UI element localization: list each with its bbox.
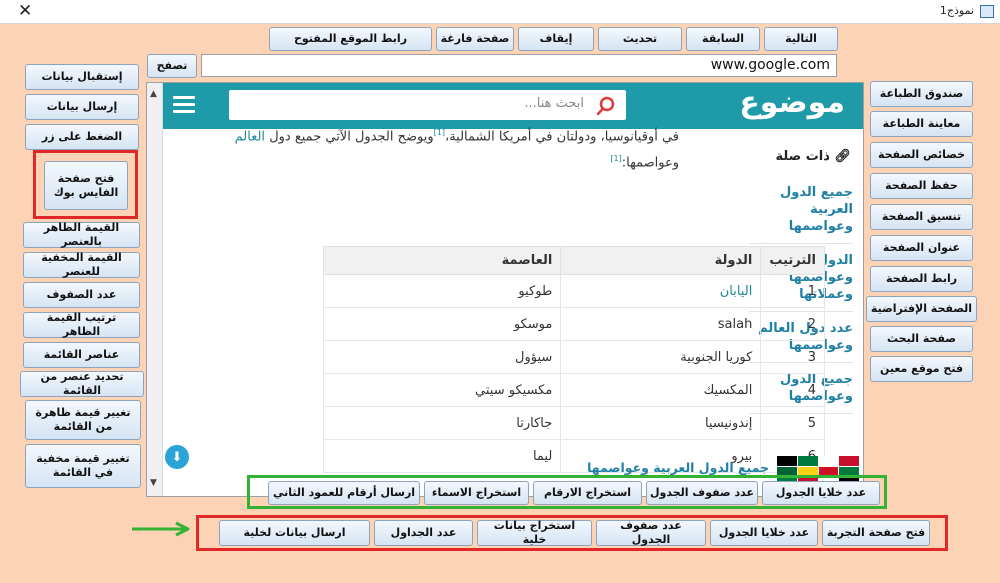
cell-country: إندونيسيا	[560, 406, 762, 440]
search-placeholder: ابحث هنا...	[524, 96, 584, 111]
intro-text-1: في أوقيانوسيا، ودولتان في أمريكا الشمالي…	[445, 129, 679, 145]
visible-value-order-button[interactable]: ترتيب القيمة الظاهر	[23, 311, 140, 338]
hidden-value-button[interactable]: القيمة المخفية للعنصر	[23, 251, 140, 278]
scroll-down-icon[interactable]: ⬇︎	[165, 445, 189, 469]
related-link[interactable]: جميع الدول العربية وعواصمها	[749, 176, 853, 244]
cell-capital: جاكارتا	[322, 406, 562, 440]
open-specific-site-button[interactable]: فتح موقع معين	[870, 356, 973, 382]
cell-country: salah	[560, 307, 762, 341]
url-input[interactable]: www.google.com	[201, 54, 837, 77]
navigate-button[interactable]: تصفح	[147, 54, 197, 78]
page-properties-button[interactable]: خصائص الصفحة	[870, 142, 973, 168]
vertical-scrollbar[interactable]: ▲ ▼	[147, 83, 163, 496]
title-bar: ✕ نموذج1	[0, 0, 1000, 24]
cell-rank: 2	[760, 307, 825, 341]
arab-countries-link[interactable]: جميع الدول العربية وعواصمها	[587, 460, 769, 475]
table-row: 3 كوريا الجنوبية سيؤول	[322, 340, 825, 374]
search-page-button[interactable]: صفحة البحث	[870, 326, 973, 352]
close-icon[interactable]: ✕	[18, 1, 32, 21]
footnote-ref-2[interactable]: [1]	[610, 154, 621, 163]
blank-page-button[interactable]: صفحة فارغة	[436, 27, 514, 51]
green-arrow-icon	[132, 521, 190, 537]
cell-capital: ليما	[322, 439, 562, 473]
change-visible-list-value-button[interactable]: تغيير قيمة ظاهرة من القائمة	[25, 400, 141, 440]
page-title-button[interactable]: عنوان الصفحة	[870, 235, 973, 261]
link-icon: 🔗︎	[834, 149, 851, 164]
menu-icon[interactable]	[173, 96, 195, 113]
cell-country[interactable]: اليابان	[560, 274, 762, 308]
change-hidden-list-value-button[interactable]: تغيير قيمة مخفية في القائمة	[25, 444, 141, 488]
form-body: التالية السابقة تحديث إيقاف صفحة فارغة ر…	[0, 24, 1000, 583]
table-rows-count-2-button[interactable]: عدد صفوف الجدول	[596, 519, 706, 546]
window-title: نموذج1	[939, 4, 974, 17]
table-row: 1 اليابان طوكيو	[322, 274, 825, 308]
cell-capital: مكسيكو سيتي	[322, 373, 562, 407]
article-content: في أوقيانوسيا، ودولتان في أمريكا الشمالي…	[163, 128, 863, 496]
world-link[interactable]: العالم	[235, 129, 265, 144]
footnote-ref[interactable]: [1]	[434, 128, 445, 137]
web-browser-control[interactable]: ▲ ▼ ابحث هنا... موضوع في أوقيانوسيا، ودو…	[146, 82, 864, 497]
list-items-button[interactable]: عناصر القائمة	[23, 342, 140, 368]
print-preview-button[interactable]: معاينة الطباعة	[870, 111, 973, 137]
table-cells-count-2-button[interactable]: عدد خلايا الجدول	[710, 520, 818, 546]
click-button-button[interactable]: الضغط على زر	[25, 124, 139, 150]
table-rows-count-button[interactable]: عدد صفوف الجدول	[646, 481, 758, 505]
intro-text-2: وعواصمها:	[621, 155, 679, 171]
cell-rank: 4	[760, 373, 825, 407]
receive-data-button[interactable]: إستقبال بيانات	[25, 64, 139, 90]
site-logo[interactable]: موضوع	[739, 85, 845, 120]
select-list-item-button[interactable]: تحديد عنصر من القائمة	[20, 370, 144, 397]
previous-button[interactable]: السابقة	[686, 27, 760, 51]
send-data-to-cell-button[interactable]: ارسال بيانات لخلية	[219, 520, 370, 546]
cell-country: المكسيك	[560, 373, 762, 407]
visible-value-button[interactable]: القيمة الظاهر بالعنصر	[23, 221, 140, 248]
cell-rank: 1	[760, 274, 825, 308]
scroll-down-arrow-icon[interactable]: ▼	[150, 478, 157, 488]
intro-text-1b: ويوضح الجدول الآتي جميع دول	[269, 129, 434, 145]
header-country: الدولة	[560, 246, 762, 275]
search-icon[interactable]	[596, 96, 616, 116]
article-intro: في أوقيانوسيا، ودولتان في أمريكا الشمالي…	[179, 122, 679, 175]
cell-capital: موسكو	[322, 307, 562, 341]
print-dialog-button[interactable]: صندوق الطباعة	[870, 81, 973, 107]
page-link-button[interactable]: رابط الصفحة	[870, 266, 973, 292]
open-facebook-page-button[interactable]: فتح صفحة الفايس بوك	[44, 161, 128, 210]
send-data-button[interactable]: إرسال بيانات	[25, 94, 139, 120]
table-row: 4 المكسيك مكسيكو سيتي	[322, 373, 825, 407]
extract-cell-data-button[interactable]: استخراج بيانات خلية	[477, 519, 592, 546]
cell-capital: سيؤول	[322, 340, 562, 374]
countries-table: الترتيب الدولة العاصمة 1 اليابان طوكيو 2…	[322, 246, 825, 473]
header-capital: العاصمة	[322, 246, 562, 275]
cell-rank: 5	[760, 406, 825, 440]
page-setup-button[interactable]: تنسيق الصفحة	[870, 204, 973, 230]
default-page-button[interactable]: الصفحة الإفتراضية	[866, 296, 977, 322]
table-header-row: الترتيب الدولة العاصمة	[322, 246, 825, 275]
app-icon	[980, 5, 994, 18]
refresh-button[interactable]: تحديث	[598, 27, 682, 51]
open-test-page-button[interactable]: فتح صفحة التجربة	[822, 520, 930, 546]
save-page-button[interactable]: حفظ الصفحة	[870, 173, 973, 199]
related-title: 🔗︎ ذات صلة	[775, 149, 851, 164]
send-numbers-second-column-button[interactable]: ارسال أرقام للعمود الثاني	[268, 481, 420, 505]
table-cells-count-button[interactable]: عدد خلايا الجدول	[762, 481, 880, 505]
extract-names-button[interactable]: استخراج الاسماء	[424, 481, 529, 505]
stop-button[interactable]: إيقاف	[518, 27, 594, 51]
table-row: 5 إندونيسيا جاكارتا	[322, 406, 825, 440]
tables-count-button[interactable]: عدد الجداول	[374, 520, 473, 546]
cell-country: كوريا الجنوبية	[560, 340, 762, 374]
rows-count-button[interactable]: عدد الصفوف	[23, 282, 140, 308]
table-row: 2 salah موسكو	[322, 307, 825, 341]
header-rank: الترتيب	[760, 246, 825, 275]
site-search-input[interactable]: ابحث هنا...	[229, 90, 626, 120]
scroll-up-icon[interactable]: ▲	[150, 89, 157, 99]
next-button[interactable]: التالية	[764, 27, 838, 51]
cell-rank: 3	[760, 340, 825, 374]
cell-capital: طوكيو	[322, 274, 562, 308]
opened-site-link-button[interactable]: رابط الموقع المفتوح	[269, 27, 432, 51]
extract-numbers-button[interactable]: استخراج الارقام	[533, 481, 642, 505]
